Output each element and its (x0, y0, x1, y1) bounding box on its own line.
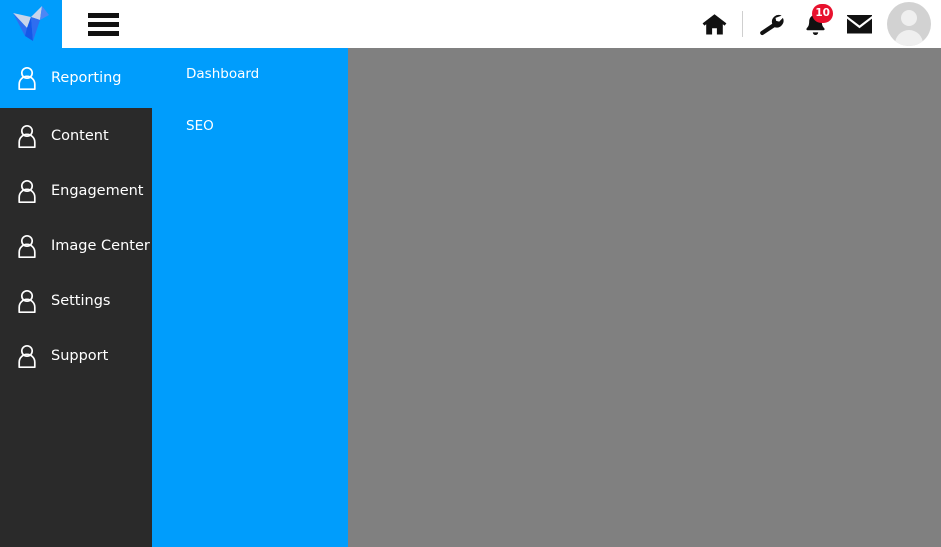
notification-badge: 10 (812, 4, 833, 23)
avatar-head (901, 10, 917, 26)
hamburger-menu-icon[interactable] (88, 10, 120, 38)
user-icon (18, 179, 36, 203)
sidebar-item-settings[interactable]: Settings (0, 273, 152, 328)
home-icon[interactable] (692, 0, 736, 48)
secondary-submenu-panel: Dashboard SEO (152, 48, 348, 547)
sidebar-item-label: Engagement (51, 182, 144, 199)
sidebar-item-content[interactable]: Content (0, 108, 152, 163)
sidebar-item-reporting[interactable]: Reporting (0, 48, 152, 108)
sidebar-item-label: Settings (51, 292, 111, 309)
wrench-icon[interactable] (749, 0, 793, 48)
user-icon (18, 344, 36, 368)
user-icon (18, 234, 36, 258)
sidebar-item-engagement[interactable]: Engagement (0, 163, 152, 218)
header-action-group: 10 (692, 0, 931, 48)
user-icon (18, 289, 36, 313)
brand-logo-block[interactable] (0, 0, 62, 48)
app-root: 10 Reporting Content Engagement Image Ce… (0, 0, 941, 547)
sidebar-item-label: Content (51, 127, 109, 144)
submenu-item-seo[interactable]: SEO (152, 100, 348, 152)
primary-sidebar: Reporting Content Engagement Image Cente… (0, 48, 152, 547)
top-header-bar: 10 (0, 0, 941, 48)
brand-logo-icon (13, 6, 49, 41)
bell-icon[interactable]: 10 (793, 0, 837, 48)
main-content-area (348, 48, 941, 547)
avatar[interactable] (887, 2, 931, 46)
submenu-item-label: Dashboard (186, 66, 260, 82)
user-icon (18, 66, 36, 91)
avatar-body (895, 30, 923, 46)
sidebar-item-image-center[interactable]: Image Center (0, 218, 152, 273)
envelope-icon[interactable] (837, 0, 881, 48)
submenu-item-dashboard[interactable]: Dashboard (152, 48, 348, 100)
submenu-item-label: SEO (186, 118, 214, 134)
hamburger-bar-2 (88, 21, 119, 27)
header-divider (742, 11, 743, 37)
user-icon (18, 124, 36, 148)
sidebar-item-label: Image Center (51, 237, 150, 254)
sidebar-item-label: Support (51, 347, 109, 364)
sidebar-item-support[interactable]: Support (0, 328, 152, 383)
hamburger-bar-3 (88, 30, 119, 36)
hamburger-bar-1 (88, 12, 119, 18)
sidebar-item-label: Reporting (51, 70, 122, 86)
